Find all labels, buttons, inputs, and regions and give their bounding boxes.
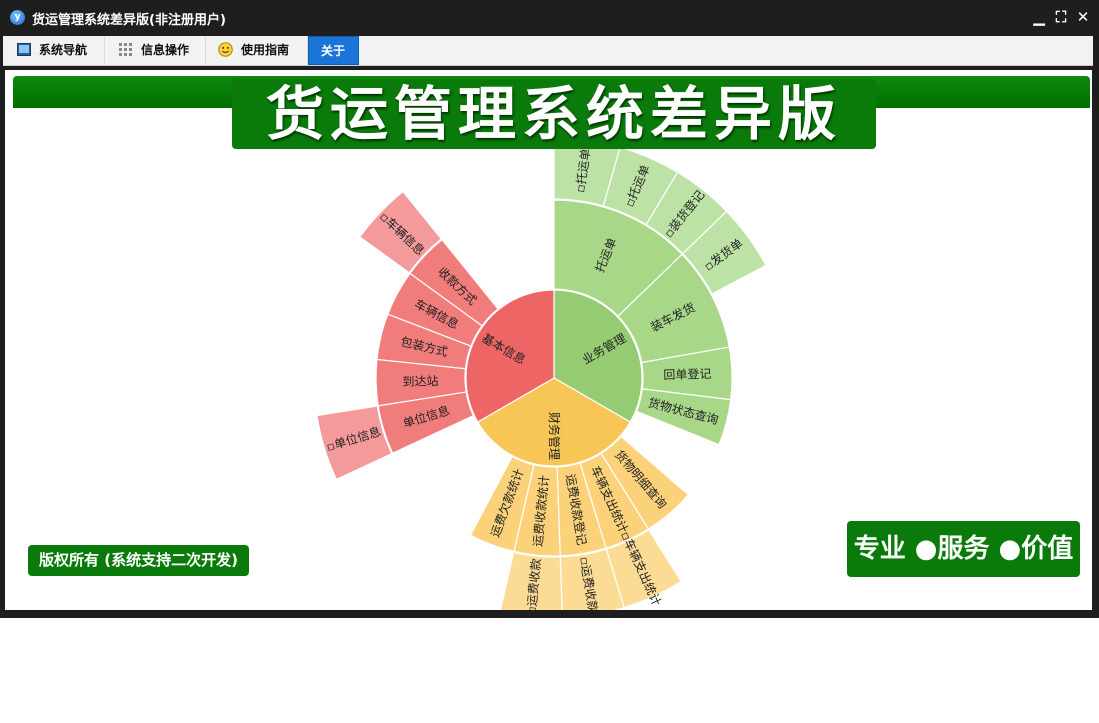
sunburst-label-inner: 财务管理 [547, 412, 562, 460]
monitor-icon [17, 43, 31, 56]
menu-tab-label: 系统导航 [39, 43, 88, 57]
menu-bar: 系统导航 信息操作 使用指南 关于 [3, 36, 1093, 66]
smiley-icon [218, 42, 233, 57]
menu-tab-label: 使用指南 [241, 43, 290, 57]
menu-tab-info-ops[interactable]: 信息操作 [105, 36, 206, 65]
close-icon[interactable]: ✕ [1074, 8, 1092, 26]
sunburst-label-middle: 到达站 [402, 374, 438, 389]
menu-tab-about[interactable]: 关于 [308, 36, 359, 65]
copyright-label: 版权所有 (系统支持二次开发) [28, 545, 249, 576]
grid-icon [119, 43, 132, 56]
title-bar: y 货运管理系统差异版(非注册用户) ▁ ⛶ ✕ [0, 0, 1099, 36]
main-content: 业务管理 财务管理 基本信息 托运单 装车发货 回单登记 货物状态查询 货物明细查询 车辆支出统… [5, 70, 1092, 610]
app-logo-icon: y [10, 10, 25, 25]
sunburst-label-middle: 回单登记 [663, 366, 711, 382]
minimize-icon[interactable]: ▁ [1030, 8, 1048, 26]
app-window: y 货运管理系统差异版(非注册用户) ▁ ⛶ ✕ 系统导航 信息操作 使用指南 … [0, 0, 1099, 618]
slogan-label: 专业 ●服务 ●价值 [847, 521, 1080, 577]
window-title: 货运管理系统差异版(非注册用户) [32, 13, 226, 28]
restore-icon[interactable]: ⛶ [1052, 8, 1070, 26]
menu-tab-label: 信息操作 [141, 43, 190, 57]
menu-tab-system-nav[interactable]: 系统导航 [5, 36, 105, 65]
menu-tab-user-guide[interactable]: 使用指南 [206, 36, 308, 65]
banner-title: 货运管理系统差异版 [232, 79, 876, 149]
menu-tab-label: 关于 [321, 44, 346, 58]
